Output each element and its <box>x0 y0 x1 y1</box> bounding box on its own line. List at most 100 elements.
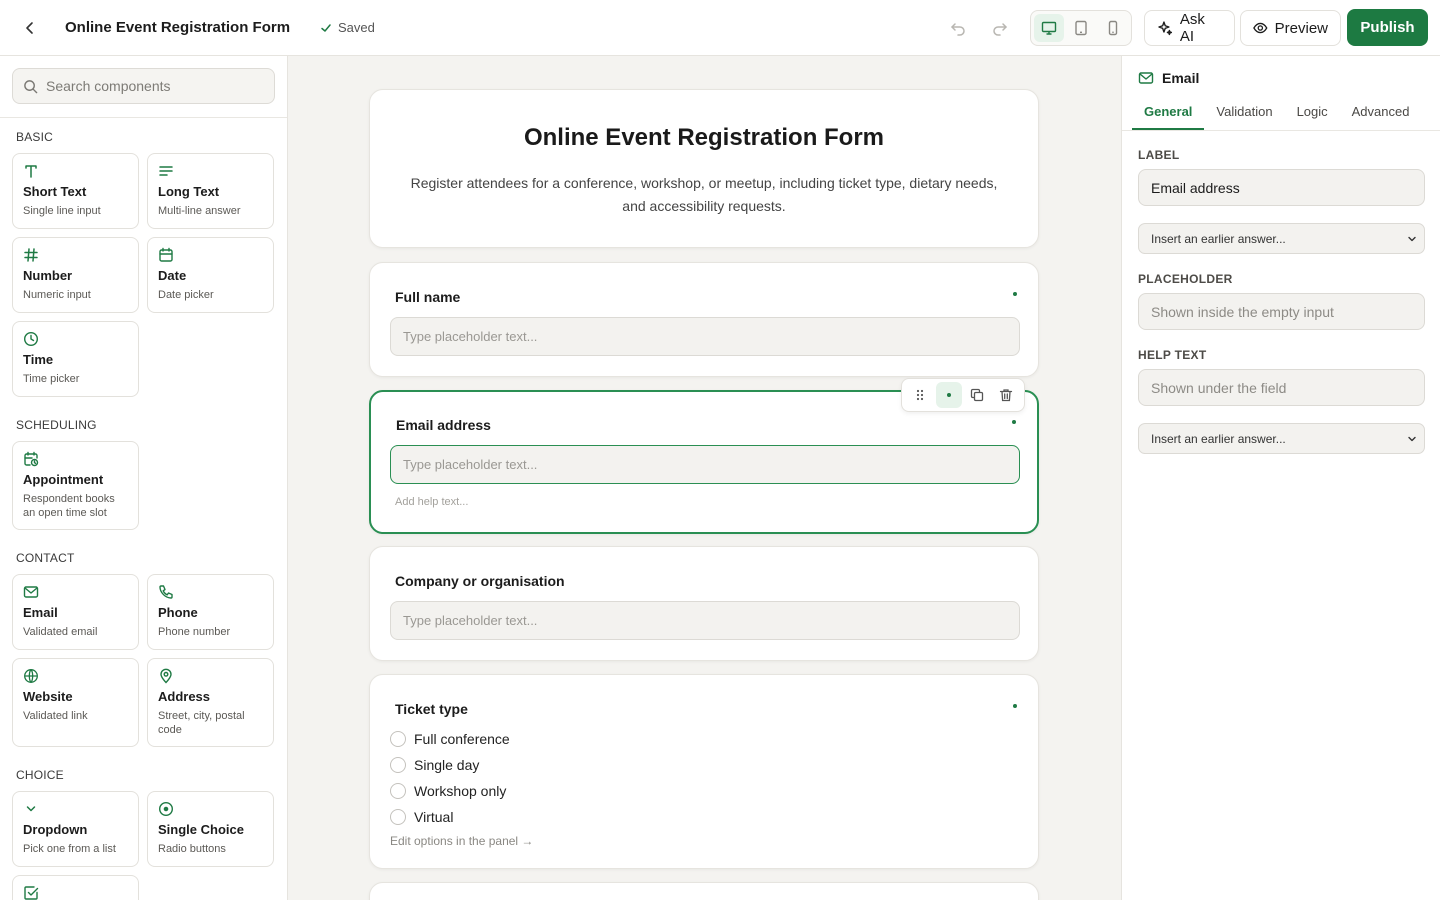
component-number[interactable]: Number Numeric input <box>12 237 139 313</box>
component-single-choice[interactable]: Single Choice Radio buttons <box>147 791 274 867</box>
properties-panel: Email General Validation Logic Advanced … <box>1121 56 1440 900</box>
tab-logic[interactable]: Logic <box>1285 104 1340 130</box>
component-desc: Numeric input <box>23 289 91 301</box>
insert-answer-select[interactable]: Insert an earlier answer... <box>1138 423 1425 454</box>
delete-button[interactable] <box>993 382 1019 408</box>
lines-icon <box>158 163 263 181</box>
component-desc: Date picker <box>158 289 214 301</box>
tab-general[interactable]: General <box>1132 104 1205 130</box>
field-input-preview[interactable]: Type placeholder text... <box>390 317 1020 356</box>
duplicate-button[interactable] <box>964 382 990 408</box>
required-indicator <box>1012 420 1016 424</box>
desktop-view-button[interactable] <box>1034 14 1064 42</box>
preview-button[interactable]: Preview <box>1240 10 1341 46</box>
sidebar-divider <box>0 117 287 118</box>
component-name: Long Text <box>158 184 220 199</box>
radio-icon <box>390 809 406 825</box>
drag-handle-button[interactable] <box>907 382 933 408</box>
field-card-company[interactable]: Company or organisation Type placeholder… <box>369 546 1039 661</box>
eye-icon <box>1253 22 1268 34</box>
component-dropdown[interactable]: Dropdown Pick one from a list <box>12 791 139 867</box>
component-desc: Validated email <box>23 626 98 638</box>
undo-button[interactable] <box>948 18 968 38</box>
mobile-view-button[interactable] <box>1098 14 1128 42</box>
field-label: Company or organisation <box>395 573 565 589</box>
component-name: Website <box>23 689 73 704</box>
component-name: Number <box>23 268 73 283</box>
back-button[interactable] <box>18 16 42 40</box>
help-text-heading: HELP TEXT <box>1138 348 1207 362</box>
radio-option[interactable]: Single day <box>390 757 479 773</box>
radio-option-label: Virtual <box>414 809 454 825</box>
field-input-preview[interactable]: Type placeholder text... <box>390 445 1020 484</box>
component-time[interactable]: Time Time picker <box>12 321 139 397</box>
redo-button[interactable] <box>990 18 1010 38</box>
undo-icon <box>951 23 965 36</box>
component-search <box>12 68 275 104</box>
component-short-text[interactable]: Short Text Single line input <box>12 153 139 229</box>
help-text-input[interactable]: Shown under the field <box>1138 369 1425 406</box>
component-desc: Validated link <box>23 710 88 722</box>
component-date[interactable]: Date Date picker <box>147 237 274 313</box>
field-card-ticket-type[interactable]: Ticket type Full conference Single day W… <box>369 674 1039 869</box>
label-input[interactable]: Email address <box>1138 169 1425 206</box>
insert-answer-select[interactable]: Insert an earlier answer... <box>1138 223 1425 254</box>
component-address[interactable]: Address Street, city, postal code <box>147 658 274 747</box>
saved-label: Saved <box>338 20 375 35</box>
help-text[interactable]: Add help text... <box>395 496 468 508</box>
edit-options-hint: Edit options in the panel → <box>390 834 534 848</box>
check-icon <box>321 23 331 32</box>
phone-icon <box>158 584 263 602</box>
field-card-full-name[interactable]: Full name Type placeholder text... <box>369 262 1039 377</box>
duplicate-icon <box>971 388 984 402</box>
radio-icon <box>390 757 406 773</box>
component-appointment[interactable]: Appointment Respondent books an open tim… <box>12 441 139 530</box>
component-email[interactable]: Email Validated email <box>12 574 139 650</box>
calendar-clock-icon <box>23 451 128 469</box>
component-name: Address <box>158 689 211 704</box>
component-phone[interactable]: Phone Phone number <box>147 574 274 650</box>
tablet-icon <box>1075 20 1087 36</box>
component-desc: Radio buttons <box>158 843 226 855</box>
component-checkbox[interactable] <box>12 875 139 900</box>
search-icon <box>24 79 38 93</box>
component-website[interactable]: Website Validated link <box>12 658 139 747</box>
tab-advanced[interactable]: Advanced <box>1340 104 1422 130</box>
field-label: Full name <box>395 289 461 305</box>
panel-title: Email <box>1162 70 1200 86</box>
placeholder-input[interactable]: Shown inside the empty input <box>1138 293 1425 330</box>
search-input[interactable] <box>46 78 256 94</box>
ask-ai-button[interactable]: Ask AI <box>1144 10 1235 46</box>
trash-icon <box>999 389 1012 402</box>
device-toggle <box>1030 10 1132 46</box>
component-long-text[interactable]: Long Text Multi-line answer <box>147 153 274 229</box>
ask-ai-label: Ask AI <box>1179 11 1205 45</box>
tab-validation[interactable]: Validation <box>1204 104 1284 130</box>
text-icon <box>23 163 128 181</box>
radio-option[interactable]: Full conference <box>390 731 510 747</box>
back-icon <box>26 22 33 34</box>
field-card-email[interactable]: Email address Type placeholder text... A… <box>369 378 1039 534</box>
component-name: Single Choice <box>158 822 244 837</box>
section-scheduling: SCHEDULING <box>16 418 97 432</box>
clock-icon <box>23 331 128 349</box>
field-card-next[interactable] <box>369 882 1039 900</box>
tabs-divider <box>1122 130 1440 131</box>
field-input-preview[interactable]: Type placeholder text... <box>390 601 1020 640</box>
component-name: Time <box>23 352 54 367</box>
field-toolbar <box>901 378 1025 412</box>
radio-option-label: Single day <box>414 757 480 773</box>
component-desc: Pick one from a list <box>23 843 116 855</box>
tablet-view-button[interactable] <box>1066 14 1096 42</box>
component-desc: Phone number <box>158 626 231 638</box>
section-choice: CHOICE <box>16 768 64 782</box>
form-header-card[interactable]: Online Event Registration Form Register … <box>369 89 1039 248</box>
radio-option[interactable]: Workshop only <box>390 783 506 799</box>
required-toggle-button[interactable] <box>935 382 962 408</box>
chevron-down-icon <box>1408 436 1416 441</box>
map-pin-icon <box>158 668 263 686</box>
radio-option[interactable]: Virtual <box>390 809 453 825</box>
component-desc: Time picker <box>23 373 80 385</box>
preview-label: Preview <box>1274 19 1328 37</box>
publish-button[interactable]: Publish <box>1347 9 1428 46</box>
